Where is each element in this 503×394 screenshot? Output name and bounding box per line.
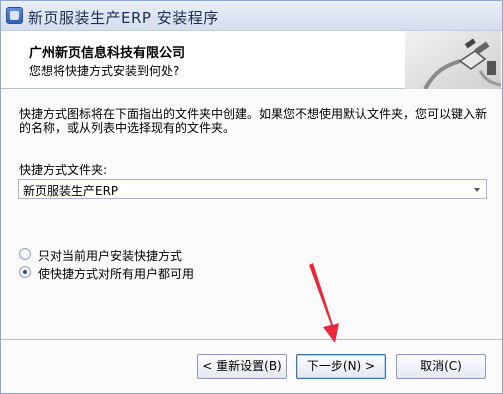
- installer-window: 新页服装生产ERP 安装程序 广州新页信息科技有限公司 您想将快捷方式安装到何处…: [0, 0, 503, 394]
- title-bar: 新页服装生产ERP 安装程序: [1, 1, 502, 31]
- radio-label-current-user: 只对当前用户安装快捷方式: [38, 249, 183, 263]
- company-name: 广州新页信息科技有限公司: [29, 46, 186, 61]
- radio-label-all-users: 使快捷方式对所有用户都可用: [38, 267, 195, 281]
- plug-cable-icon: [405, 31, 501, 89]
- window-title: 新页服装生产ERP 安装程序: [28, 9, 219, 27]
- folder-label: 快捷方式文件夹:: [19, 163, 108, 177]
- installer-app-icon: [6, 7, 23, 24]
- back-button[interactable]: < 重新设置(B): [197, 354, 287, 379]
- folder-value: 新页服装生产ERP: [23, 184, 119, 198]
- chevron-down-icon[interactable]: [474, 188, 480, 192]
- description-text: 快捷方式图标将在下面指出的文件夹中创建。如果您不想使用默认文件夹，您可以键入新的…: [19, 107, 488, 135]
- header-panel: 广州新页信息科技有限公司 您想将快捷方式安装到何处?: [1, 31, 502, 89]
- radio-button-checked[interactable]: [19, 266, 31, 278]
- red-arrow-icon: [309, 263, 339, 343]
- next-button[interactable]: 下一步(N) >: [296, 354, 386, 379]
- shortcut-folder-combobox[interactable]: 新页服装生产ERP: [18, 179, 487, 199]
- radio-button-unchecked[interactable]: [19, 248, 31, 260]
- header-question: 您想将快捷方式安装到何处?: [29, 64, 180, 78]
- footer-divider-highlight: [1, 340, 502, 341]
- cancel-button[interactable]: 取消(C): [396, 354, 486, 379]
